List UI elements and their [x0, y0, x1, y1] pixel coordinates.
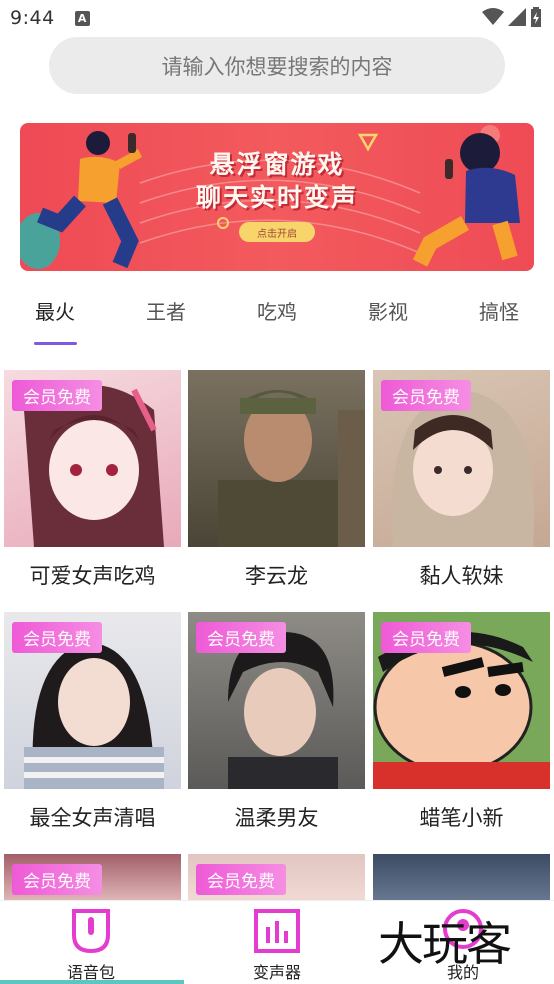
bottom-indicator-line: [0, 980, 184, 984]
banner-title-line2: 聊天实时变声: [195, 183, 358, 212]
card-image: [373, 854, 550, 904]
wifi-icon: [482, 8, 504, 25]
search-placeholder: 请输入你想要搜索的内容: [161, 54, 393, 79]
watermark: 大玩客: [378, 917, 512, 971]
card-image: [188, 370, 365, 547]
promo-banner[interactable]: 悬浮窗游戏 聊天实时变声 点击开启: [20, 123, 534, 271]
card-title: 温柔男友: [234, 806, 319, 830]
member-free-badge: 会员免费: [12, 380, 102, 411]
nav-voice-pack[interactable]: 语音包: [46, 905, 136, 982]
card-title: 可爱女声吃鸡: [29, 564, 156, 588]
battery-icon: [531, 7, 541, 27]
nav-voice-changer[interactable]: 变声器: [232, 905, 322, 982]
banner-title-line1: 悬浮窗游戏: [209, 150, 345, 179]
tab-pubg[interactable]: 吃鸡: [237, 296, 317, 325]
tab-active-indicator: [34, 342, 77, 345]
signal-icon: [508, 8, 526, 26]
tab-hottest[interactable]: 最火: [15, 296, 95, 325]
nav-label: 变声器: [252, 963, 301, 982]
banner-open-button[interactable]: 点击开启: [239, 222, 315, 242]
member-free-badge: 会员免费: [196, 622, 286, 653]
voice-changer-icon: [254, 909, 300, 953]
notification-icon: A: [74, 10, 90, 26]
status-bar: 9:44 A: [0, 0, 554, 36]
tab-film[interactable]: 影视: [348, 296, 428, 325]
voice-pack-icon: [72, 909, 110, 954]
card-title: 黏人软妹: [419, 564, 504, 588]
member-free-badge: 会员免费: [381, 380, 471, 411]
status-time: 9:44: [10, 7, 55, 29]
category-tabs: 最火 王者 吃鸡 影视 搞怪: [0, 296, 554, 352]
card-title: 最全女声清唱: [29, 806, 156, 830]
search-input[interactable]: 请输入你想要搜索的内容: [49, 37, 505, 94]
card-title: 李云龙: [245, 564, 308, 588]
member-free-badge: 会员免费: [12, 864, 102, 895]
status-indicators: [482, 7, 542, 27]
card-title: 蜡笔小新: [419, 806, 504, 830]
member-free-badge: 会员免费: [196, 864, 286, 895]
member-free-badge: 会员免费: [12, 622, 102, 653]
tab-funny[interactable]: 搞怪: [459, 296, 539, 325]
member-free-badge: 会员免费: [381, 622, 471, 653]
tab-honor-of-kings[interactable]: 王者: [126, 296, 206, 325]
